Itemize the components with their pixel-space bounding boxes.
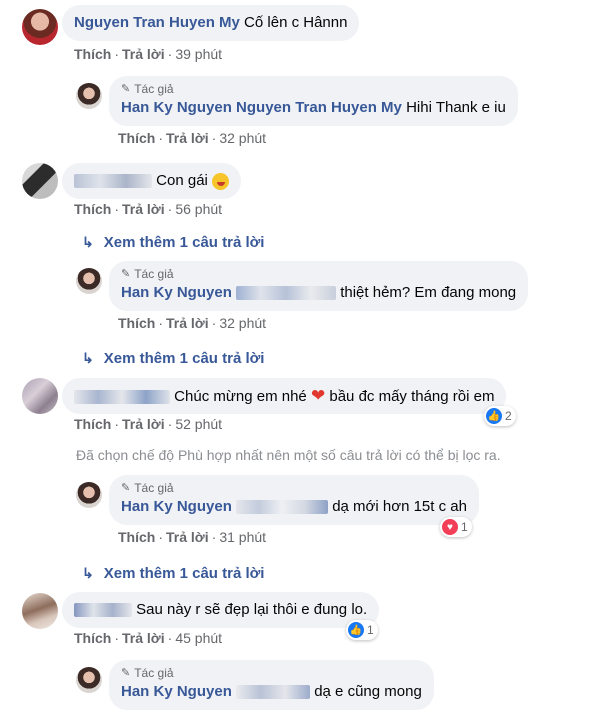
comment-actions: Thích · Trả lời · 32 phút <box>118 315 267 331</box>
reply-bubble: ✎ Tác giả Han Ky Nguyen thiệt hẻm? Em đan… <box>109 261 529 311</box>
avatar[interactable] <box>22 163 58 199</box>
pencil-icon: ✎ <box>121 83 131 95</box>
pencil-icon: ✎ <box>121 482 131 494</box>
comment-text: Sau này r sẽ đẹp lại thôi e đung lo. <box>136 601 368 618</box>
timestamp[interactable]: 56 phút <box>175 201 222 217</box>
like-button[interactable]: Thích <box>74 201 111 217</box>
comment-bubble: Con gái <box>62 163 242 199</box>
love-reaction-icon: ♥ <box>442 519 458 535</box>
comment-author[interactable]: Han Ky Nguyen <box>121 683 232 700</box>
comment-bubble: Nguyen Tran Huyen My Cố lên c Hânnn <box>62 5 360 41</box>
blurred-name <box>74 390 170 405</box>
reaction-summary[interactable]: 👍 2 <box>484 406 516 426</box>
blurred-name <box>236 286 337 301</box>
comment-author[interactable]: Nguyen Tran Huyen My <box>74 14 240 31</box>
mention-link[interactable]: Nguyen Tran Huyen My <box>236 99 402 116</box>
comment-text: Cố lên c Hânnn <box>244 14 348 31</box>
comment-actions: Thích · Trả lời · 56 phút <box>74 201 223 217</box>
avatar[interactable] <box>22 378 58 414</box>
comment-text: Chúc mừng em nhé <box>174 388 307 405</box>
blurred-name <box>74 603 132 618</box>
reply-arrow-icon: ↳ <box>82 565 94 581</box>
comment-actions: Thích · Trả lời · 31 phút <box>118 529 267 545</box>
reply-button[interactable]: Trả lời <box>166 529 209 545</box>
pencil-icon: ✎ <box>121 667 131 679</box>
timestamp[interactable]: 45 phút <box>175 630 222 646</box>
reaction-summary[interactable]: 👍 1 <box>346 620 378 640</box>
comment-actions: Thích · Trả lời · 52 phút <box>74 416 223 432</box>
reply-arrow-icon: ↳ <box>82 350 94 366</box>
reply-bubble: ✎ Tác giả Han Ky Nguyen dạ mới hơn 15t c … <box>109 475 479 525</box>
timestamp[interactable]: 32 phút <box>219 315 266 331</box>
author-tag: ✎ Tác giả <box>121 82 174 96</box>
like-button[interactable]: Thích <box>118 130 155 146</box>
like-reaction-icon: 👍 <box>348 622 364 638</box>
author-tag: ✎ Tác giả <box>121 666 174 680</box>
comment-text: thiệt hẻm? Em đang mong <box>340 284 517 301</box>
reply-arrow-icon: ↳ <box>82 234 94 250</box>
blurred-name <box>236 685 311 700</box>
blurred-name <box>74 174 152 189</box>
comment-text: bầu đc mấy tháng rồi em <box>329 388 495 405</box>
comment-author[interactable]: Han Ky Nguyen <box>121 498 232 515</box>
comment-actions: Thích · Trả lời · 45 phút <box>74 630 223 646</box>
comment-text: Hihi Thank e iu <box>406 99 506 116</box>
reaction-summary[interactable]: ♥ 1 <box>440 517 472 537</box>
comment-text: dạ mới hơn 15t c ah <box>332 498 467 515</box>
reply-bubble: ✎ Tác giả Han Ky Nguyen Nguyen Tran Huyen… <box>109 76 518 126</box>
comment-bubble: Sau này r sẽ đẹp lại thôi e đung lo. <box>62 592 380 628</box>
reply-button[interactable]: Trả lời <box>122 416 165 432</box>
avatar[interactable] <box>22 593 58 629</box>
view-more-replies[interactable]: ↳ Xem thêm 1 câu trả lời <box>82 350 264 367</box>
reply-bubble: ✎ Tác giả Han Ky Nguyen dạ e cũng mong <box>109 660 434 710</box>
avatar[interactable] <box>76 482 102 508</box>
author-tag: ✎ Tác giả <box>121 481 174 495</box>
blurred-name <box>236 500 329 515</box>
like-button[interactable]: Thích <box>118 529 155 545</box>
pencil-icon: ✎ <box>121 268 131 280</box>
avatar[interactable] <box>76 268 102 294</box>
comment-bubble: Chúc mừng em nhé ❤ bầu đc mấy tháng rồi … <box>62 378 507 414</box>
timestamp[interactable]: 31 phút <box>219 529 266 545</box>
reply-button[interactable]: Trả lời <box>122 46 165 62</box>
avatar[interactable] <box>76 83 102 109</box>
comment-actions: Thích · Trả lời · 39 phút <box>74 46 223 62</box>
like-button[interactable]: Thích <box>74 46 111 62</box>
comment-author[interactable]: Han Ky Nguyen <box>121 99 232 116</box>
avatar[interactable] <box>76 667 102 693</box>
comment-actions: Thích · Trả lời · 32 phút <box>118 130 267 146</box>
view-more-replies[interactable]: ↳ Xem thêm 1 câu trả lời <box>82 565 264 582</box>
filter-notice: Đã chọn chế độ Phù hợp nhất nên một số c… <box>76 447 501 463</box>
reply-button[interactable]: Trả lời <box>122 630 165 646</box>
timestamp[interactable]: 52 phút <box>175 416 222 432</box>
avatar[interactable] <box>22 9 58 45</box>
heart-emoji-icon: ❤ <box>310 386 326 405</box>
tongue-emoji-icon <box>212 172 230 190</box>
comment-text: dạ e cũng mong <box>314 683 422 700</box>
timestamp[interactable]: 39 phút <box>175 46 222 62</box>
like-reaction-icon: 👍 <box>486 408 502 424</box>
like-button[interactable]: Thích <box>74 630 111 646</box>
comment-author[interactable]: Han Ky Nguyen <box>121 284 232 301</box>
timestamp[interactable]: 32 phút <box>219 130 266 146</box>
like-button[interactable]: Thích <box>74 416 111 432</box>
reply-button[interactable]: Trả lời <box>166 130 209 146</box>
reply-button[interactable]: Trả lời <box>166 315 209 331</box>
comment-text: Con gái <box>156 172 208 189</box>
reply-button[interactable]: Trả lời <box>122 201 165 217</box>
author-tag: ✎ Tác giả <box>121 267 174 281</box>
view-more-replies[interactable]: ↳ Xem thêm 1 câu trả lời <box>82 234 264 251</box>
like-button[interactable]: Thích <box>118 315 155 331</box>
